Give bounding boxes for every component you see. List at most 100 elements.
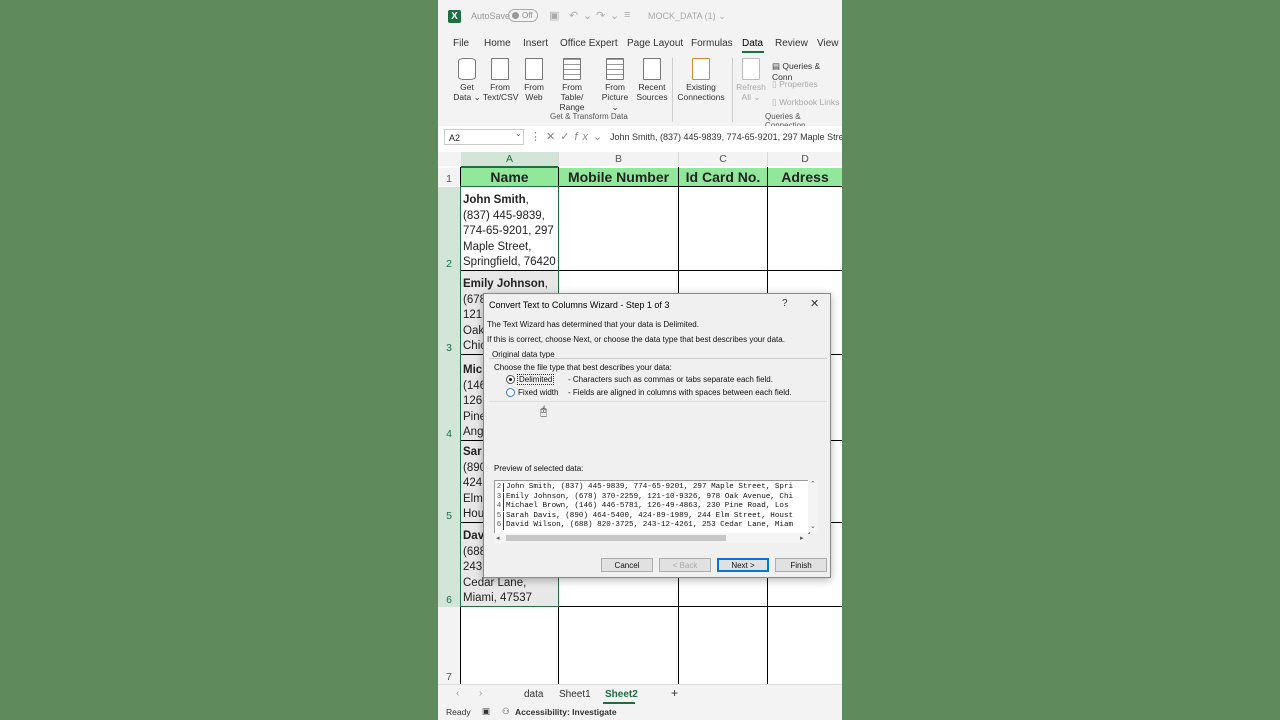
cancel-entry-icon[interactable]: ✕ (546, 131, 560, 143)
header-cell-mobile[interactable]: Mobile Number (559, 168, 678, 186)
preview-row-text: David Wilson, (688) 820-3725, 243-12-426… (506, 521, 794, 529)
confirm-entry-icon[interactable]: ✓ (560, 131, 574, 143)
name-box[interactable]: A2 (444, 129, 524, 145)
formula-options-icon[interactable]: ⋮ (530, 131, 546, 143)
properties-button[interactable]: ▯ Properties (772, 79, 818, 90)
cell-line: Hou (463, 508, 485, 520)
scroll-sheets-left-icon[interactable]: ‹ (456, 688, 459, 699)
tab-page-layout[interactable]: Page Layout (627, 38, 683, 49)
formula-input[interactable]: John Smith, (837) 445-9839, 774-65-9201,… (610, 132, 842, 142)
column-header-b[interactable]: B (559, 152, 679, 166)
fixed-width-label[interactable]: Fixed width (518, 388, 558, 397)
database-icon (458, 58, 476, 80)
existing-connections-button[interactable]: Existing Connections (676, 58, 726, 102)
undo-dropdown-icon[interactable]: ⌄ (583, 9, 592, 22)
data-preview[interactable]: 2 John Smith, (837) 445-9839, 774-65-9201… (494, 480, 810, 534)
redo-icon[interactable]: ↷ (596, 9, 605, 22)
delimited-radio[interactable] (506, 375, 515, 384)
cell-name: John Smith (463, 194, 526, 206)
text-file-icon (491, 58, 509, 80)
scroll-sheets-right-icon[interactable]: › (479, 688, 482, 699)
tab-file[interactable]: File (453, 38, 469, 49)
save-icon[interactable]: ▣ (549, 9, 559, 22)
fixed-width-radio[interactable] (506, 388, 515, 397)
preview-horizontal-scrollbar[interactable]: ◂ ▸ (494, 533, 808, 543)
row-header-7[interactable]: 7 (438, 607, 460, 684)
row-header-2[interactable]: 2 (438, 187, 460, 271)
get-data-button[interactable]: Get Data ⌄ (452, 58, 482, 102)
sheet-tab-data[interactable]: data (524, 689, 543, 700)
file-name-text: MOCK_DATA (1) (648, 11, 716, 21)
tab-formulas[interactable]: Formulas (691, 38, 733, 49)
autosave-toggle[interactable]: Off (508, 9, 538, 22)
workbook-links-button[interactable]: ▯ Workbook Links (772, 97, 839, 108)
row-header-3[interactable]: 3 (438, 271, 460, 355)
scroll-right-icon[interactable]: ▸ (800, 534, 804, 542)
from-text-csv-button[interactable]: From Text/CSV (483, 58, 518, 102)
row-number: 4 (446, 428, 452, 440)
recent-sources-label-1: Recent (638, 82, 666, 92)
preview-row: 6 David Wilson, (688) 820-3725, 243-12-42… (495, 521, 809, 530)
from-picture-button[interactable]: From Picture ⌄ (598, 58, 632, 112)
undo-icon[interactable]: ↶ (569, 9, 578, 22)
group-get-transform-label: Get & Transform Data (550, 112, 628, 121)
redo-dropdown-icon[interactable]: ⌄ (610, 9, 619, 22)
sheet-tab-sheet1[interactable]: Sheet1 (559, 689, 591, 700)
scroll-left-icon[interactable]: ◂ (496, 534, 500, 542)
insert-function-icon[interactable]: fx (574, 131, 593, 143)
row-header-4[interactable]: 4 (438, 355, 460, 441)
properties-icon: ▯ (772, 79, 777, 89)
preview-row-text: John Smith, (837) 445-9839, 774-65-9201,… (506, 483, 794, 491)
from-web-button[interactable]: From Web (521, 58, 547, 102)
web-page-icon (525, 58, 543, 80)
header-cell-address[interactable]: Adress (768, 168, 842, 186)
help-button[interactable]: ? (782, 298, 788, 309)
tab-home[interactable]: Home (484, 38, 511, 49)
row-header-1[interactable]: 1 (438, 168, 460, 186)
next-button[interactable]: Next > (717, 558, 769, 572)
formula-expand-icon[interactable]: ⌄ (593, 131, 607, 143)
cell-line: Oak (463, 324, 485, 337)
preview-vertical-scrollbar[interactable]: ⌃ ⌄ (808, 480, 818, 532)
recent-sources-button[interactable]: Recent Sources (636, 58, 668, 102)
tab-office-expert[interactable]: Office Expert (560, 38, 618, 49)
column-header-d[interactable]: D (768, 152, 842, 166)
mouse-pointer-icon: 🖰 (540, 404, 548, 418)
header-cell-id-card[interactable]: Id Card No. (679, 168, 767, 186)
scrollbar-thumb[interactable] (506, 535, 726, 541)
scroll-down-icon[interactable]: ⌄ (810, 522, 816, 530)
text-to-columns-dialog: Convert Text to Columns Wizard - Step 1 … (483, 293, 831, 578)
dialog-intro-1: The Text Wizard has determined that your… (487, 320, 699, 329)
name-box-dropdown-icon[interactable]: ⌄ (515, 129, 522, 138)
close-icon[interactable]: ✕ (810, 297, 819, 310)
autosave-state: Off (522, 11, 533, 20)
sheet-tab-sheet2[interactable]: Sheet2 (605, 689, 638, 700)
customize-toolbar-icon[interactable]: ≡ (624, 9, 630, 21)
row-header-6[interactable]: 6 (438, 523, 460, 607)
column-header-a[interactable]: A (461, 152, 559, 168)
macro-record-icon[interactable]: ▣ (482, 706, 490, 717)
cell-line: 126 (463, 395, 483, 407)
tab-insert[interactable]: Insert (523, 38, 548, 49)
accessibility-icon[interactable]: ⚇ (502, 706, 510, 717)
from-table-range-button[interactable]: From Table/ Range (550, 58, 594, 112)
column-header-c[interactable]: C (679, 152, 768, 166)
accessibility-status[interactable]: Accessibility: Investigate (515, 707, 617, 717)
header-cell-name[interactable]: Name (461, 168, 558, 186)
tab-view[interactable]: View (817, 38, 839, 49)
add-sheet-button[interactable]: + (671, 686, 678, 700)
cancel-button[interactable]: Cancel (601, 558, 653, 572)
back-button[interactable]: < Back (659, 558, 711, 572)
scroll-up-icon[interactable]: ⌃ (810, 480, 816, 488)
cell-a2[interactable]: John Smith, (837) 445-9839, 774-65-9201,… (463, 193, 559, 271)
row-header-5[interactable]: 5 (438, 441, 460, 523)
toggle-knob-icon (512, 12, 519, 19)
preview-row: 5 Sarah Davis, (890) 464-5400, 424-89-198… (495, 511, 809, 521)
refresh-all-button[interactable]: Refresh All ⌄ (736, 58, 766, 102)
queries-icon: ▤ (772, 61, 781, 71)
tab-review[interactable]: Review (775, 38, 808, 49)
finish-button[interactable]: Finish (775, 558, 827, 572)
tab-data[interactable]: Data (742, 38, 763, 49)
delimited-label[interactable]: Delimited (517, 374, 555, 385)
file-name[interactable]: MOCK_DATA (1) ⌄ (648, 11, 726, 22)
